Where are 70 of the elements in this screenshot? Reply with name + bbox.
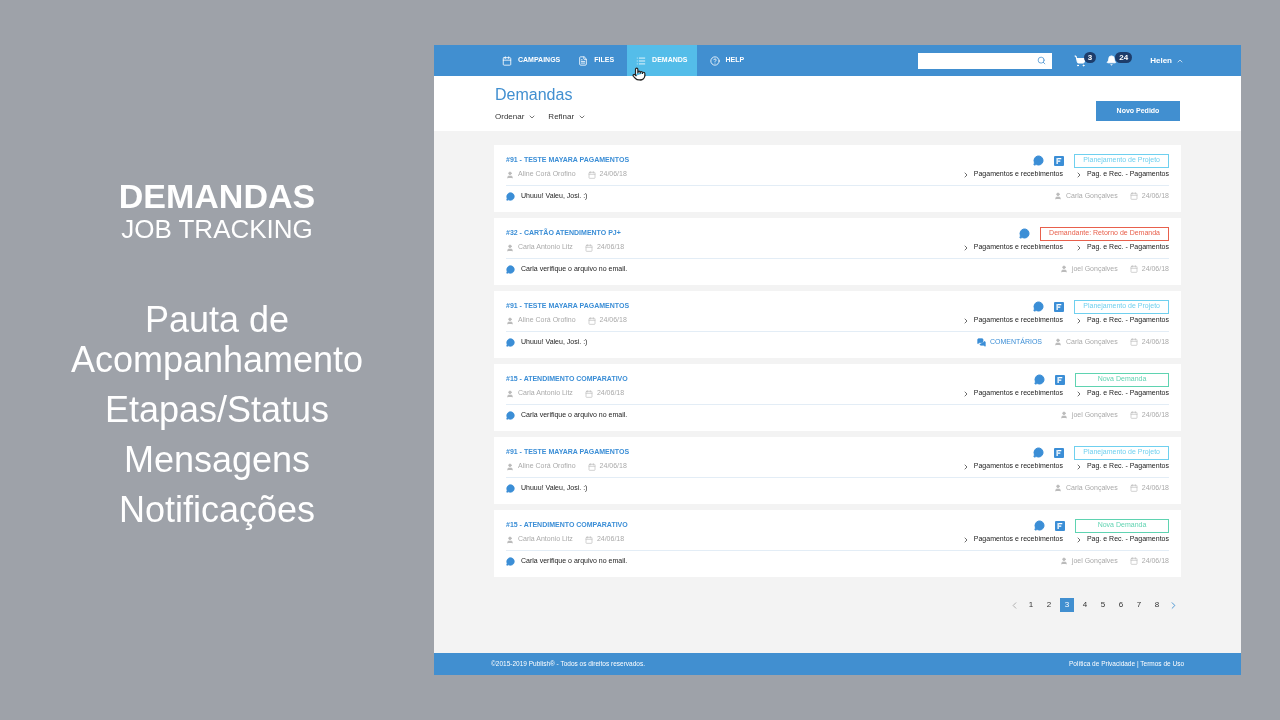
page-title: Demandas	[495, 85, 574, 105]
user-icon	[1054, 338, 1062, 346]
chat-icon[interactable]	[1034, 520, 1045, 531]
chat-icon[interactable]	[1019, 228, 1031, 239]
bell-icon[interactable]	[1106, 55, 1118, 66]
page-number[interactable]: 7	[1132, 598, 1146, 612]
calendar-icon	[1129, 338, 1138, 346]
notification-badge: 24	[1115, 52, 1133, 63]
document-icon[interactable]	[1055, 374, 1065, 385]
slide-heading: DEMANDAS	[118, 178, 316, 214]
calendar-icon	[587, 316, 596, 325]
chat-icon[interactable]	[1033, 155, 1045, 166]
caret-icon	[578, 113, 587, 121]
chat-icon	[506, 483, 515, 493]
page-number[interactable]: 2	[1042, 598, 1056, 612]
chat-icon[interactable]	[1034, 374, 1045, 385]
user-icon	[1054, 192, 1062, 200]
page-number[interactable]: 1	[1024, 598, 1038, 612]
document-icon[interactable]	[1055, 520, 1065, 531]
calendar-icon	[584, 535, 593, 544]
user-icon	[506, 535, 514, 544]
file-icon	[578, 55, 589, 66]
user-icon	[506, 462, 514, 471]
user-icon	[1054, 484, 1062, 492]
filter-dropdown[interactable]: Refinar	[548, 111, 587, 123]
list-icon	[636, 55, 647, 66]
calendar-icon	[1129, 411, 1138, 419]
calendar-icon	[584, 389, 593, 398]
calendar-icon	[587, 170, 596, 179]
page-number[interactable]: 5	[1096, 598, 1110, 612]
page-number[interactable]: 4	[1078, 598, 1092, 612]
document-icon[interactable]	[1054, 301, 1065, 312]
comments-icon	[976, 337, 986, 347]
feature-text: Mensagens	[122, 440, 312, 480]
calendar-icon	[1129, 192, 1138, 200]
user-icon	[506, 316, 514, 325]
document-icon[interactable]	[1054, 155, 1065, 166]
user-icon	[506, 389, 514, 398]
feature-text: Etapas/Status	[103, 390, 331, 430]
calendar-icon	[1129, 265, 1138, 273]
user-icon	[506, 243, 514, 252]
page-number[interactable]: 8	[1150, 598, 1164, 612]
calendar-icon	[502, 55, 512, 66]
chat-icon[interactable]	[1033, 301, 1045, 312]
caret-icon	[528, 113, 537, 121]
chat-icon[interactable]	[1033, 447, 1045, 458]
calendar-icon	[587, 462, 596, 471]
calendar-icon	[584, 243, 593, 252]
user-icon	[1059, 557, 1068, 565]
help-icon	[709, 55, 720, 66]
calendar-icon	[1129, 484, 1138, 492]
chat-icon	[506, 264, 515, 274]
chat-icon	[506, 556, 515, 566]
document-icon[interactable]	[1054, 447, 1065, 458]
feature-text: Pauta de Acompanhamento	[69, 300, 365, 380]
filter-dropdown[interactable]: Ordenar	[495, 111, 537, 123]
chat-icon	[506, 410, 515, 420]
slide-subheading: JOB TRACKING	[121, 214, 313, 244]
user-icon	[1059, 411, 1068, 419]
chat-icon	[506, 191, 515, 201]
user-icon	[1059, 265, 1068, 273]
search-icon[interactable]	[1036, 56, 1046, 65]
feature-text: Notificações	[117, 490, 317, 530]
chat-icon	[506, 337, 515, 347]
calendar-icon	[1129, 557, 1138, 565]
search-field[interactable]	[917, 52, 1052, 69]
user-icon	[506, 170, 514, 179]
page-number[interactable]: 6	[1114, 598, 1128, 612]
cart-badge: 3	[1083, 52, 1097, 63]
cart-icon[interactable]	[1073, 54, 1086, 67]
